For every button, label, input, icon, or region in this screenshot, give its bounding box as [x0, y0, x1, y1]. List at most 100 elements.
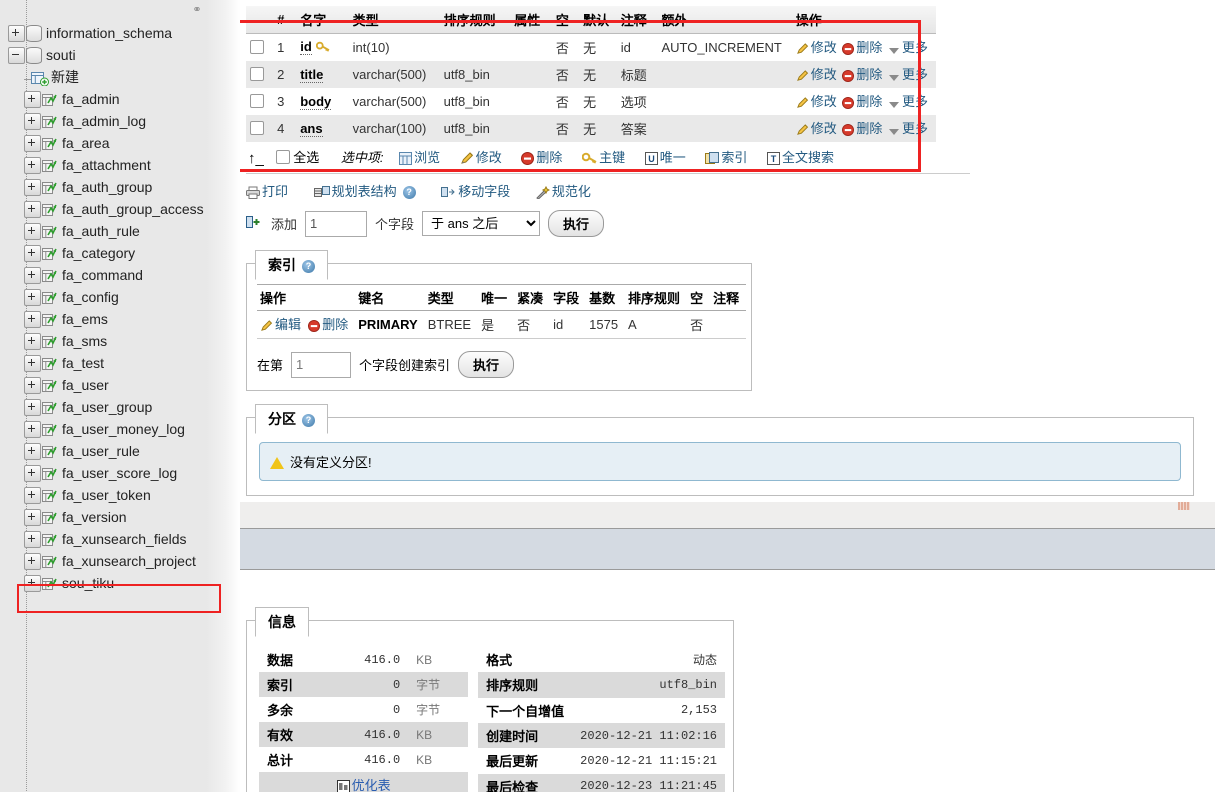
action-unique[interactable]: U 唯一	[644, 150, 686, 165]
expand-icon[interactable]	[24, 201, 41, 218]
index-drop-link[interactable]: 删除	[308, 317, 348, 332]
index-help-icon[interactable]: ?	[302, 260, 315, 273]
expand-icon[interactable]	[24, 135, 41, 152]
col-null[interactable]: 空	[551, 6, 580, 34]
collapse-icon[interactable]	[8, 47, 25, 64]
expand-icon[interactable]	[24, 91, 41, 108]
tool-print[interactable]: 打印	[246, 184, 288, 199]
tree-item-fa_area[interactable]: fa_area	[0, 132, 240, 154]
row-drop-link[interactable]: 删除	[842, 67, 882, 82]
tree-item-sou_tiku[interactable]: sou_tiku	[0, 572, 240, 594]
action-change[interactable]: 修改	[460, 150, 502, 165]
expand-icon[interactable]	[24, 289, 41, 306]
expand-icon[interactable]	[24, 575, 41, 592]
row-checkbox-cell[interactable]	[246, 88, 274, 115]
expand-icon[interactable]	[24, 333, 41, 350]
expand-icon[interactable]	[24, 113, 41, 130]
tree-item-fa_test[interactable]: fa_test	[0, 352, 240, 374]
row-drop-link[interactable]: 删除	[842, 121, 882, 136]
tree-item-fa_attachment[interactable]: fa_attachment	[0, 154, 240, 176]
row-checkbox[interactable]	[250, 67, 264, 81]
tree-item-fa_admin[interactable]: fa_admin	[0, 88, 240, 110]
tree-item-fa_user_rule[interactable]: fa_user_rule	[0, 440, 240, 462]
col-extra[interactable]: 额外	[657, 6, 792, 34]
partition-help-icon[interactable]: ?	[302, 414, 315, 427]
tree-item-fa_category[interactable]: fa_category	[0, 242, 240, 264]
expand-icon[interactable]	[24, 311, 41, 328]
row-checkbox[interactable]	[250, 40, 264, 54]
expand-icon[interactable]	[24, 509, 41, 526]
tree-item-souti[interactable]: souti	[0, 44, 240, 66]
action-primary[interactable]: 主键	[581, 150, 625, 165]
col-number[interactable]: #	[273, 6, 297, 34]
expand-icon[interactable]	[24, 179, 41, 196]
create-index-go-button[interactable]: 执行	[458, 351, 515, 378]
check-all-wrapper[interactable]: 全选	[275, 150, 319, 165]
col-comment[interactable]: 注释	[616, 6, 658, 34]
check-all-checkbox[interactable]	[275, 150, 290, 164]
add-field-position-select[interactable]: 于 ans 之后在表开头于 id 之后于 title 之后于 body 之后	[422, 211, 541, 236]
tree-item-fa_user_money_log[interactable]: fa_user_money_log	[0, 418, 240, 440]
expand-icon[interactable]	[24, 443, 41, 460]
tool-move-columns[interactable]: 移动字段	[441, 184, 510, 199]
col-collation[interactable]: 排序规则	[439, 6, 511, 34]
tool-normalize[interactable]: 规范化	[536, 184, 591, 200]
expand-icon[interactable]	[24, 245, 41, 262]
expand-icon[interactable]	[24, 553, 41, 570]
tree-item-fa_auth_group_access[interactable]: fa_auth_group_access	[0, 198, 240, 220]
tree-item-fa_command[interactable]: fa_command	[0, 264, 240, 286]
pin-icon[interactable]: ⚭	[187, 4, 207, 16]
row-edit-link[interactable]: 修改	[796, 40, 837, 55]
row-more-link[interactable]: 更多	[888, 121, 928, 136]
tree-item-fa_auth_group[interactable]: fa_auth_group	[0, 176, 240, 198]
col-default[interactable]: 默认	[579, 6, 617, 34]
row-checkbox-cell[interactable]	[246, 61, 274, 88]
action-index[interactable]: 索引	[705, 150, 747, 165]
row-drop-link[interactable]: 删除	[842, 94, 882, 109]
row-more-link[interactable]: 更多	[888, 67, 928, 82]
tree-item-fa_user[interactable]: fa_user	[0, 374, 240, 396]
tree-item-新建[interactable]: 新建	[0, 66, 240, 88]
row-checkbox[interactable]	[250, 121, 264, 135]
tree-item-information_schema[interactable]: information_schema	[0, 22, 240, 44]
action-drop[interactable]: 删除	[521, 150, 562, 165]
tree-item-fa_version[interactable]: fa_version	[0, 506, 240, 528]
tree-item-fa_user_token[interactable]: fa_user_token	[0, 484, 240, 506]
col-name[interactable]: 名字	[296, 6, 349, 34]
add-field-count-input[interactable]	[305, 210, 368, 237]
tree-item-fa_xunsearch_fields[interactable]: fa_xunsearch_fields	[0, 528, 240, 550]
optimize-table-link[interactable]: 优化表	[352, 778, 391, 792]
row-edit-link[interactable]: 修改	[796, 121, 837, 136]
create-index-count-input[interactable]	[291, 351, 352, 378]
row-drop-link[interactable]: 删除	[842, 40, 882, 55]
optimize-cell[interactable]: 优化表	[259, 772, 469, 792]
expand-icon[interactable]	[24, 377, 41, 394]
row-more-link[interactable]: 更多	[888, 40, 928, 55]
expand-icon[interactable]	[8, 25, 25, 42]
row-more-link[interactable]: 更多	[888, 94, 928, 109]
index-edit-link[interactable]: 编辑	[260, 317, 301, 332]
tree-item-fa_sms[interactable]: fa_sms	[0, 330, 240, 352]
row-checkbox[interactable]	[250, 94, 264, 108]
tree-item-fa_xunsearch_project[interactable]: fa_xunsearch_project	[0, 550, 240, 572]
tree-item-fa_user_score_log[interactable]: fa_user_score_log	[0, 462, 240, 484]
col-type[interactable]: 类型	[348, 6, 440, 34]
expand-icon[interactable]	[24, 465, 41, 482]
expand-icon[interactable]	[24, 355, 41, 372]
tree-item-fa_admin_log[interactable]: fa_admin_log	[0, 110, 240, 132]
tree-item-fa_auth_rule[interactable]: fa_auth_rule	[0, 220, 240, 242]
row-edit-link[interactable]: 修改	[796, 67, 837, 82]
add-field-go-button[interactable]: 执行	[548, 210, 605, 237]
tree-item-fa_ems[interactable]: fa_ems	[0, 308, 240, 330]
expand-icon[interactable]	[24, 421, 41, 438]
row-checkbox-cell[interactable]	[246, 115, 274, 142]
tool-relation-view[interactable]: 规划表结构?	[313, 184, 416, 199]
expand-icon[interactable]	[24, 531, 41, 548]
row-edit-link[interactable]: 修改	[796, 94, 837, 109]
tree-item-fa_config[interactable]: fa_config	[0, 286, 240, 308]
tree-item-fa_user_group[interactable]: fa_user_group	[0, 396, 240, 418]
expand-icon[interactable]	[24, 157, 41, 174]
relation-help-icon[interactable]: ?	[402, 186, 416, 199]
expand-icon[interactable]	[24, 399, 41, 416]
expand-icon[interactable]	[24, 487, 41, 504]
